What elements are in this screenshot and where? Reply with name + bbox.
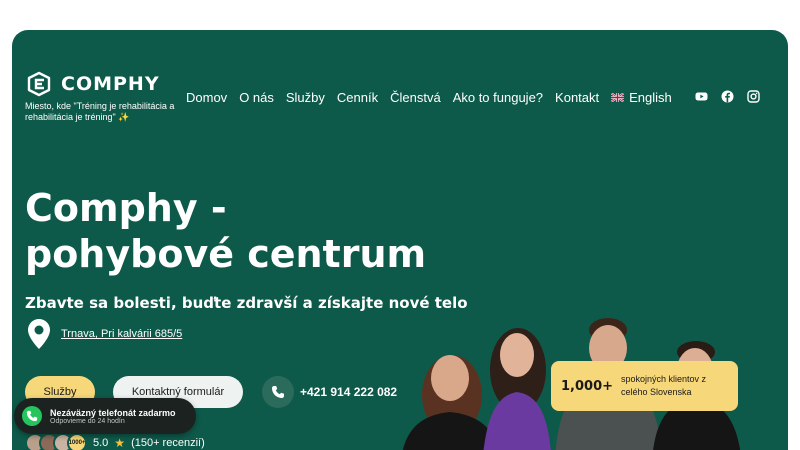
- rating-row: 1000+ 5.0 ★ (150+ recenzií): [25, 433, 205, 450]
- instagram-icon[interactable]: [747, 90, 760, 103]
- free-call-callout[interactable]: Nezáväzný telefonát zadarmo Odpovieme do…: [14, 398, 196, 434]
- client-avatars: 1000+: [25, 433, 87, 450]
- stat-number: 1,000+: [561, 378, 614, 394]
- callout-title: Nezáväzný telefonát zadarmo: [50, 407, 176, 418]
- callout-text: Nezáväzný telefonát zadarmo Odpovieme do…: [50, 408, 176, 425]
- rating-reviews[interactable]: (150+ recenzií): [131, 437, 205, 449]
- comphy-logo-icon: [27, 71, 51, 97]
- uk-flag-icon: [611, 93, 625, 102]
- location-pin-icon: [28, 319, 50, 349]
- nav-item-sluzby[interactable]: Služby: [286, 90, 325, 105]
- nav-item-ako-to-funguje[interactable]: Ako to funguje?: [453, 90, 543, 105]
- youtube-icon[interactable]: [695, 90, 708, 103]
- rating-score: 5.0: [93, 437, 109, 449]
- nav-item-o-nas[interactable]: O nás: [239, 90, 274, 105]
- whatsapp-icon: [22, 406, 42, 426]
- phone-number[interactable]: +421 914 222 082: [300, 385, 397, 399]
- language-switcher[interactable]: English: [611, 90, 672, 105]
- brand-tagline: Miesto, kde "Tréning je rehabilitácia a …: [25, 101, 175, 122]
- facebook-icon[interactable]: [721, 90, 734, 103]
- nav-item-clenstva[interactable]: Členstvá: [390, 90, 441, 105]
- clients-stat-card: 1,000+ spokojných klientov z celého Slov…: [551, 361, 738, 411]
- nav-item-kontakt[interactable]: Kontakt: [555, 90, 599, 105]
- phone-icon: [26, 410, 38, 422]
- page-title: Comphy - pohybové centrum: [25, 186, 427, 276]
- phone-icon: [272, 386, 284, 398]
- address[interactable]: Trnava, Pri kalvárii 685/5: [27, 318, 182, 350]
- main-nav: Domov O nás Služby Cenník Členstvá Ako t…: [186, 90, 684, 105]
- language-label: English: [629, 90, 672, 105]
- nav-item-domov[interactable]: Domov: [186, 90, 227, 105]
- callout-subtitle: Odpovieme do 24 hodín: [50, 417, 125, 425]
- address-link[interactable]: Trnava, Pri kalvárii 685/5: [61, 328, 182, 340]
- avatar-count-badge: 1000+: [67, 433, 87, 450]
- star-icon: ★: [114, 436, 126, 450]
- brand-logo[interactable]: COMPHY: [25, 71, 160, 97]
- brand-name: COMPHY: [61, 73, 160, 95]
- phone-button[interactable]: [262, 376, 294, 408]
- nav-item-cennik[interactable]: Cenník: [337, 90, 378, 105]
- stat-label: spokojných klientov z celého Slovenska: [621, 374, 707, 397]
